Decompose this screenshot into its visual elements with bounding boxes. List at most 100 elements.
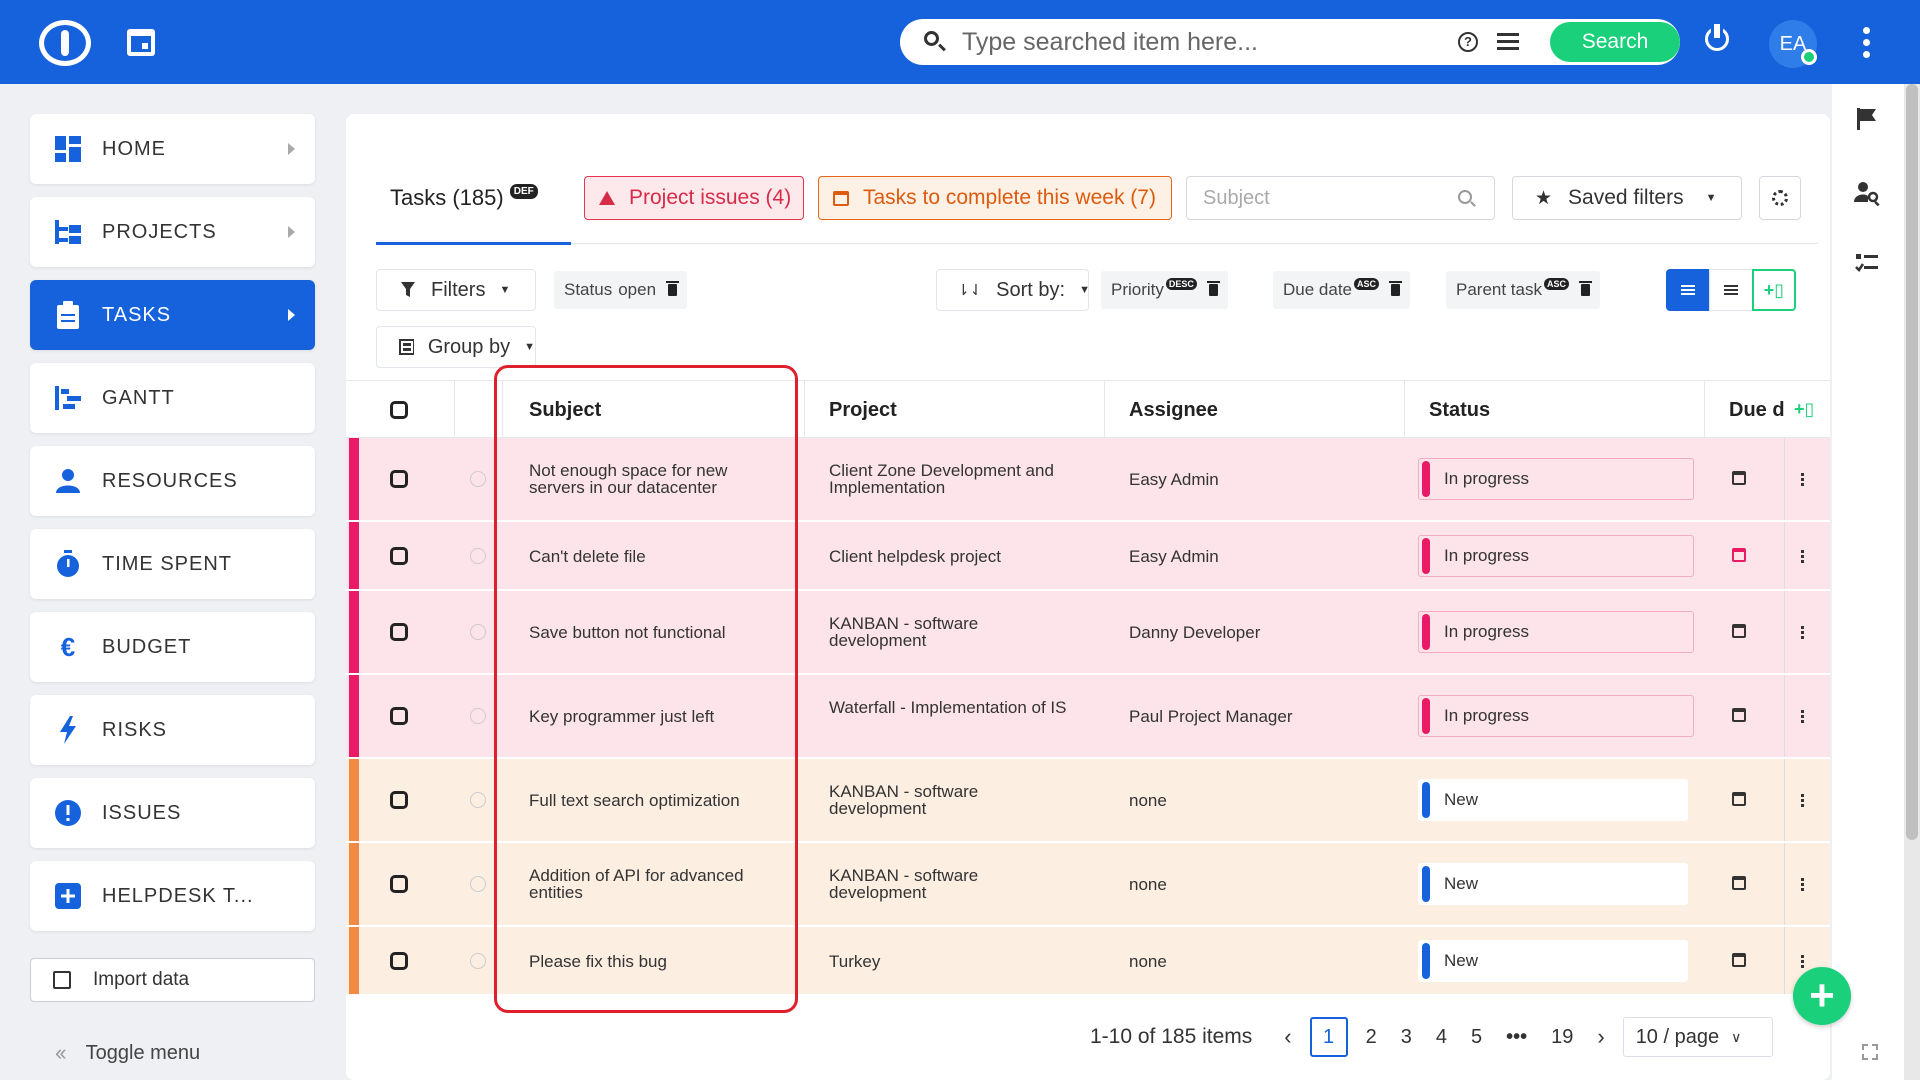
add-column-icon[interactable]: +▯ (1794, 399, 1814, 420)
app-logo-icon[interactable] (39, 20, 91, 66)
sidebar-item-budget[interactable]: € BUDGET (30, 612, 315, 682)
previous-page-icon[interactable]: ‹ (1284, 1024, 1291, 1050)
column-header-subject[interactable]: Subject (529, 399, 601, 422)
comment-icon[interactable] (470, 471, 486, 487)
user-search-icon[interactable] (1854, 180, 1880, 206)
calendar-icon[interactable] (1732, 876, 1746, 890)
toggle-menu-button[interactable]: ‹‹ Toggle menu (55, 1040, 200, 1066)
page-button[interactable]: 3 (1401, 1026, 1412, 1049)
table-row[interactable]: Not enough space for new servers in our … (346, 438, 1830, 521)
page-ellipsis[interactable]: ••• (1506, 1026, 1527, 1049)
cell-subject[interactable]: Can't delete file (529, 548, 646, 565)
trash-icon[interactable] (1206, 281, 1220, 296)
settings-button[interactable] (1759, 176, 1801, 220)
tab-tasks[interactable]: Tasks (185) DEF (376, 176, 571, 220)
status-select[interactable]: New (1418, 779, 1688, 821)
column-header-status[interactable]: Status (1429, 399, 1490, 422)
calendar-icon[interactable] (1732, 624, 1746, 638)
cell-project[interactable]: Waterfall - Implementation of IS (829, 699, 1074, 716)
calendar-icon[interactable] (1732, 792, 1746, 806)
sidebar-item-risks[interactable]: RISKS (30, 695, 315, 765)
cell-subject[interactable]: Full text search optimization (529, 792, 740, 809)
row-menu-icon[interactable] (1801, 878, 1804, 893)
sort-chip-parent-task[interactable]: Parent task ASC (1446, 271, 1601, 309)
trash-icon[interactable] (1389, 281, 1403, 296)
import-data-button[interactable]: Import data (30, 958, 315, 1002)
row-menu-icon[interactable] (1801, 626, 1804, 641)
page-button[interactable]: 4 (1436, 1026, 1447, 1049)
sidebar-item-gantt[interactable]: GANTT (30, 363, 315, 433)
row-checkbox[interactable] (390, 547, 408, 565)
calendar-icon[interactable] (127, 29, 155, 56)
cell-subject[interactable]: Key programmer just left (529, 708, 714, 725)
cell-subject[interactable]: Not enough space for new servers in our … (529, 462, 769, 496)
cell-project[interactable]: KANBAN - software development (829, 867, 1029, 901)
comment-icon[interactable] (470, 792, 486, 808)
comment-icon[interactable] (470, 876, 486, 892)
status-select[interactable]: In progress (1418, 458, 1694, 500)
sidebar-item-tasks[interactable]: TASKS (30, 280, 315, 350)
search-options-icon[interactable] (1497, 33, 1519, 51)
power-icon[interactable] (1705, 24, 1729, 51)
cell-project[interactable]: Client helpdesk project (829, 548, 1001, 565)
comment-icon[interactable] (470, 953, 486, 969)
flag-icon[interactable] (1854, 106, 1880, 132)
cell-subject[interactable]: Addition of API for advanced entities (529, 867, 774, 901)
row-menu-icon[interactable] (1801, 473, 1804, 488)
table-row[interactable]: Key programmer just left Waterfall - Imp… (346, 675, 1830, 758)
sort-by-dropdown[interactable]: ⇂⇃ Sort by: ▼ (936, 269, 1090, 311)
subject-filter-input[interactable] (1203, 185, 1443, 211)
cell-assignee[interactable]: none (1129, 953, 1167, 970)
column-header-due-date[interactable]: Due d (1729, 399, 1784, 422)
tab-tasks-this-week[interactable]: Tasks to complete this week (7) (818, 176, 1172, 220)
sidebar-item-time-spent[interactable]: TIME SPENT (30, 529, 315, 599)
calendar-icon[interactable] (1732, 953, 1746, 967)
status-select[interactable]: In progress (1418, 695, 1694, 737)
cell-subject[interactable]: Please fix this bug (529, 953, 667, 970)
calendar-icon[interactable] (1732, 471, 1746, 485)
row-menu-icon[interactable] (1801, 955, 1804, 970)
cell-project[interactable]: KANBAN - software development (829, 615, 1029, 649)
row-checkbox[interactable] (390, 623, 408, 641)
help-icon[interactable]: ? (1458, 32, 1478, 52)
cell-project[interactable]: Client Zone Development and Implementati… (829, 462, 1089, 496)
row-checkbox[interactable] (390, 470, 408, 488)
calendar-icon[interactable] (1732, 708, 1746, 722)
table-row[interactable]: Full text search optimization KANBAN - s… (346, 759, 1830, 842)
status-select[interactable]: In progress (1418, 611, 1694, 653)
scrollbar-thumb[interactable] (1906, 84, 1918, 840)
cell-assignee[interactable]: none (1129, 792, 1167, 809)
sidebar-item-issues[interactable]: ISSUES (30, 778, 315, 848)
cell-assignee[interactable]: Easy Admin (1129, 471, 1219, 488)
comment-icon[interactable] (470, 548, 486, 564)
add-column-button[interactable]: +▯ (1752, 269, 1796, 311)
row-menu-icon[interactable] (1801, 550, 1804, 565)
comment-icon[interactable] (470, 624, 486, 640)
trash-icon[interactable] (1579, 281, 1593, 296)
tab-project-issues[interactable]: Project issues (4) (584, 176, 804, 220)
column-header-project[interactable]: Project (829, 399, 897, 422)
page-button[interactable]: 5 (1471, 1026, 1482, 1049)
sidebar-item-resources[interactable]: RESOURCES (30, 446, 315, 516)
row-menu-icon[interactable] (1801, 794, 1804, 809)
cell-assignee[interactable]: Danny Developer (1129, 624, 1260, 641)
trash-icon[interactable] (666, 281, 680, 296)
status-select[interactable]: New (1418, 940, 1688, 982)
cell-assignee[interactable]: Paul Project Manager (1129, 708, 1292, 725)
status-select[interactable]: In progress (1418, 535, 1694, 577)
sidebar-item-helpdesk[interactable]: HELPDESK T... (30, 861, 315, 931)
page-size-select[interactable]: 10 / page ∨ (1622, 1017, 1773, 1057)
row-checkbox[interactable] (390, 952, 408, 970)
saved-filters-dropdown[interactable]: ★ Saved filters ▼ (1512, 176, 1742, 220)
search-button[interactable]: Search (1550, 22, 1680, 62)
global-search-input[interactable] (962, 27, 1442, 57)
next-page-icon[interactable]: › (1597, 1024, 1604, 1050)
status-filter-chip[interactable]: Status open (554, 271, 688, 309)
cell-assignee[interactable]: Easy Admin (1129, 548, 1219, 565)
more-menu-icon[interactable] (1863, 27, 1871, 63)
page-button[interactable]: 19 (1551, 1026, 1573, 1049)
cell-project[interactable]: Turkey (829, 953, 880, 970)
search-icon[interactable] (1458, 190, 1472, 204)
cell-project[interactable]: KANBAN - software development (829, 783, 1029, 817)
add-task-button[interactable]: + (1793, 967, 1851, 1025)
